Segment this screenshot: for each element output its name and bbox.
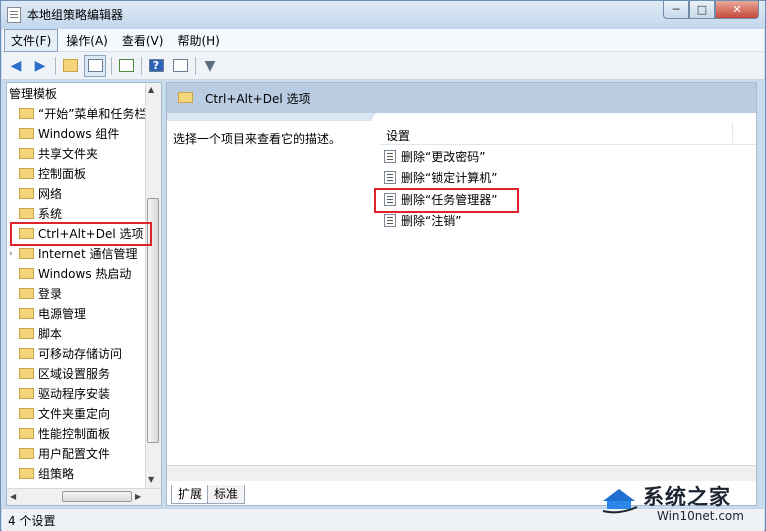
- menu-help[interactable]: 帮助(H): [171, 30, 225, 51]
- details-header: Ctrl+Alt+Del 选项: [167, 83, 756, 113]
- toolbar: ◀ ▶ ? ▼: [2, 52, 764, 80]
- status-text: 4 个设置: [8, 514, 56, 528]
- setting-row[interactable]: 删除“更改密码”: [384, 147, 485, 168]
- policy-setting-icon: [384, 150, 396, 163]
- folder-icon: [19, 468, 34, 479]
- tree-item[interactable]: 可移动存储访问: [19, 344, 159, 364]
- tree-item[interactable]: 文件夹重定向: [19, 404, 159, 424]
- watermark-title: 系统之家: [643, 485, 731, 509]
- highlight-box: [10, 222, 152, 246]
- toolbar-separator: [111, 56, 112, 75]
- tree-item[interactable]: 控制面板: [19, 164, 159, 184]
- setting-row[interactable]: 删除“注销”: [384, 211, 461, 232]
- help-icon[interactable]: ?: [146, 56, 166, 76]
- tab-extended[interactable]: 扩展: [171, 485, 210, 504]
- export-list-icon[interactable]: [116, 56, 136, 76]
- toolbar-separator: [141, 56, 142, 75]
- details-title: Ctrl+Alt+Del 选项: [205, 92, 311, 106]
- back-arrow-icon[interactable]: ◀: [6, 56, 26, 76]
- tree-item[interactable]: Windows 热启动: [19, 264, 159, 284]
- tree-item[interactable]: 登录: [19, 284, 159, 304]
- setting-row[interactable]: 删除“锁定计算机”: [384, 168, 497, 189]
- tree-item[interactable]: 脚本: [19, 324, 159, 344]
- tree-item[interactable]: 共享文件夹: [19, 144, 159, 164]
- app-icon: [7, 7, 21, 23]
- house-logo-icon: [602, 489, 638, 514]
- tree-item[interactable]: 电源管理: [19, 304, 159, 324]
- title-bar: 本地组策略编辑器 ─ □ ✕: [1, 1, 765, 29]
- folder-icon: [19, 208, 34, 219]
- folder-icon: [19, 448, 34, 459]
- scroll-up-icon[interactable]: ▲: [148, 85, 154, 94]
- details-pane: Ctrl+Alt+Del 选项 选择一个项目来查看它的描述。 设置 删除“更改密…: [166, 82, 757, 506]
- menu-file[interactable]: 文件(F): [4, 28, 59, 52]
- folder-icon: [19, 408, 34, 419]
- highlight-box: [374, 188, 519, 213]
- scroll-thumb[interactable]: [62, 491, 132, 502]
- window-controls: ─ □ ✕: [663, 1, 759, 20]
- folder-icon: [19, 268, 34, 279]
- scroll-right-icon[interactable]: ▶: [135, 492, 141, 501]
- window: 本地组策略编辑器 ─ □ ✕ 文件(F) 操作(A) 查看(V) 帮助(H) ◀…: [0, 0, 766, 531]
- folder-icon: [19, 308, 34, 319]
- tree-vertical-scrollbar[interactable]: ▲ ▼: [145, 83, 161, 489]
- expand-arrow-icon[interactable]: ›: [9, 244, 13, 264]
- close-button[interactable]: ✕: [715, 1, 759, 19]
- menu-bar: 文件(F) 操作(A) 查看(V) 帮助(H): [2, 28, 764, 52]
- folder-icon: [19, 368, 34, 379]
- column-header-setting[interactable]: 设置: [380, 122, 756, 145]
- maximize-button[interactable]: □: [689, 1, 715, 19]
- folder-icon: [19, 288, 34, 299]
- show-hide-tree-icon[interactable]: [84, 54, 106, 77]
- tree-item[interactable]: “开始”菜单和任务栏: [19, 104, 159, 124]
- folder-icon: [178, 92, 193, 103]
- folder-icon: [19, 128, 34, 139]
- tree-horizontal-scrollbar[interactable]: ◀ ▶: [7, 488, 161, 505]
- folder-icon: [19, 388, 34, 399]
- toolbar-separator: [55, 56, 56, 75]
- tree-item[interactable]: 驱动程序安装: [19, 384, 159, 404]
- folder-icon: [19, 108, 34, 119]
- forward-arrow-icon[interactable]: ▶: [30, 56, 50, 76]
- tree-item[interactable]: 组策略: [19, 464, 159, 484]
- tab-standard[interactable]: 标准: [207, 485, 246, 504]
- minimize-button[interactable]: ─: [663, 1, 689, 19]
- tree-item[interactable]: › Internet 通信管理: [9, 244, 149, 264]
- tree-item[interactable]: Windows 组件: [19, 124, 159, 144]
- toolbar-separator: [195, 56, 196, 75]
- tree-pane: 管理模板 “开始”菜单和任务栏 Windows 组件 共享文件夹 控制面板 网络…: [6, 82, 162, 506]
- tree-item[interactable]: 性能控制面板: [19, 424, 159, 444]
- folder-icon: [19, 148, 34, 159]
- folder-icon: [19, 188, 34, 199]
- folder-icon: [19, 348, 34, 359]
- policy-setting-icon: [384, 171, 396, 184]
- scroll-down-icon[interactable]: ▼: [148, 475, 154, 484]
- description-text: 选择一个项目来查看它的描述。: [173, 132, 342, 146]
- tree-item[interactable]: 系统: [19, 204, 159, 224]
- menu-view[interactable]: 查看(V): [116, 30, 170, 51]
- folder-icon: [19, 428, 34, 439]
- scroll-left-icon[interactable]: ◀: [10, 492, 16, 501]
- column-separator[interactable]: [732, 123, 733, 143]
- watermark: 系统之家 Win10net.com: [599, 477, 765, 529]
- filter-icon[interactable]: ▼: [200, 56, 220, 76]
- up-folder-icon[interactable]: [60, 56, 80, 76]
- window-title: 本地组策略编辑器: [27, 8, 124, 22]
- tree-root[interactable]: 管理模板: [9, 84, 149, 104]
- tree-item[interactable]: 网络: [19, 184, 159, 204]
- watermark-site: Win10net.com: [657, 509, 744, 523]
- tree-item[interactable]: 区域设置服务: [19, 364, 159, 384]
- tree-item[interactable]: 用户配置文件: [19, 444, 159, 464]
- folder-icon: [19, 328, 34, 339]
- policy-setting-icon: [384, 214, 396, 227]
- properties-icon[interactable]: [170, 56, 190, 76]
- menu-action[interactable]: 操作(A): [60, 30, 114, 51]
- folder-icon: [19, 168, 34, 179]
- folder-icon: [19, 248, 34, 259]
